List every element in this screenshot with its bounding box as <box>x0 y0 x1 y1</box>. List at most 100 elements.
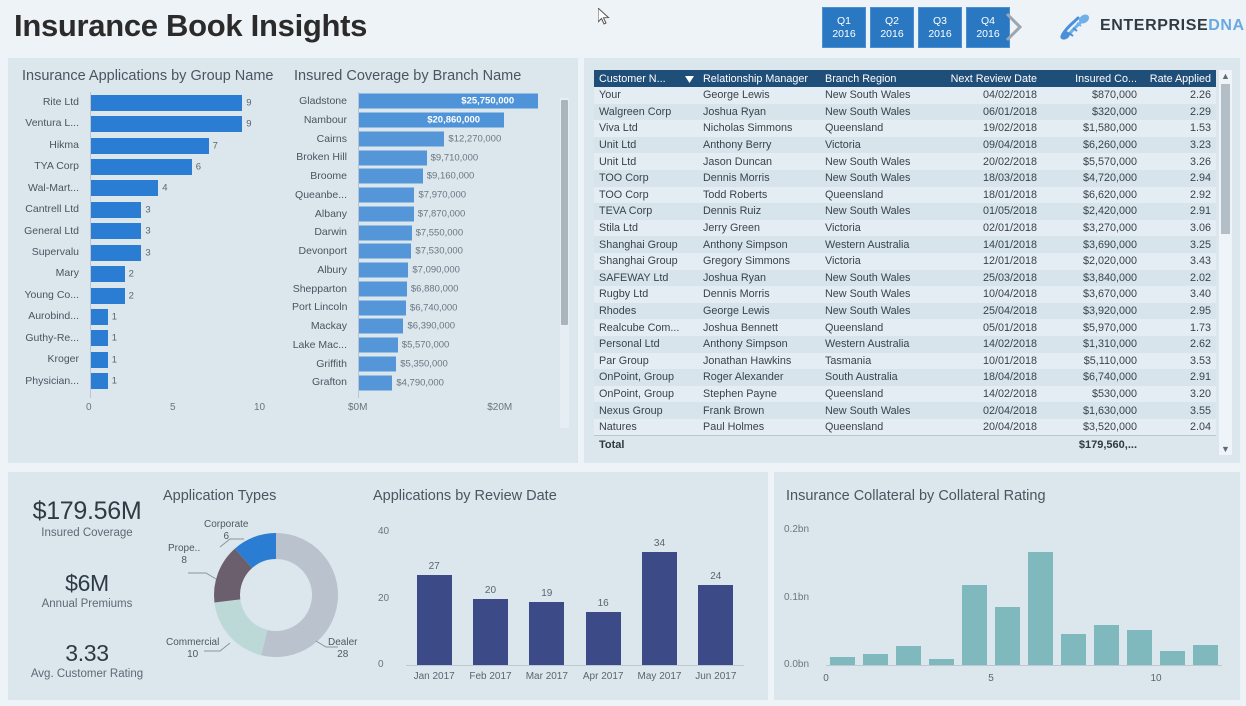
chevron-right-icon[interactable] <box>1002 10 1026 44</box>
bar-row[interactable]: Physician... 1 <box>16 371 284 392</box>
bar-fill[interactable] <box>91 137 209 154</box>
bar-row[interactable]: Supervalu 3 <box>16 242 284 263</box>
bar-row[interactable]: Nambour $20,860,000 <box>292 111 554 130</box>
bar-row[interactable]: Cairns $12,270,000 <box>292 130 554 149</box>
table-row[interactable]: Viva Ltd Nicholas Simmons Queensland 19/02/… <box>594 120 1216 137</box>
applications-by-review-date-chart[interactable]: 0 20 40 27 Jan 2017 20 Feb 2017 19 Mar 2017 16 Apr… <box>378 514 754 689</box>
scroll-down-icon[interactable]: ▼ <box>1219 443 1232 455</box>
column-bar[interactable] <box>1192 644 1219 665</box>
column-bar[interactable] <box>1027 551 1054 665</box>
table-scroll-thumb[interactable] <box>1221 84 1230 234</box>
table-row[interactable]: Rugby Ltd Dennis Morris New South Wales 10/… <box>594 286 1216 303</box>
bar-fill[interactable] <box>359 281 407 297</box>
bar-fill[interactable] <box>359 168 423 184</box>
bar-row[interactable]: Devonport $7,530,000 <box>292 242 554 261</box>
bar-fill[interactable] <box>359 318 404 334</box>
bar-fill[interactable] <box>359 243 412 259</box>
bar-fill[interactable] <box>91 180 159 197</box>
bar-row[interactable]: TYA Corp 6 <box>16 156 284 177</box>
table-row[interactable]: OnPoint, Group Stephen Payne Queensland 14/… <box>594 385 1216 403</box>
bar-row[interactable]: Lake Mac... $5,570,000 <box>292 336 554 355</box>
bar-row[interactable]: Grafton $4,790,000 <box>292 373 554 392</box>
bar-fill[interactable] <box>91 244 142 261</box>
column-bar[interactable] <box>473 598 508 665</box>
table-row[interactable]: TOO Corp Todd Roberts Queensland 18/01/2018… <box>594 186 1216 204</box>
bar-row[interactable]: Darwin $7,550,000 <box>292 223 554 242</box>
bar-fill[interactable] <box>359 187 415 203</box>
bar-row[interactable]: Albury $7,090,000 <box>292 261 554 280</box>
table-row[interactable]: OnPoint, Group Roger Alexander South Austr… <box>594 369 1216 386</box>
column-bar[interactable] <box>961 585 988 665</box>
bar-row[interactable]: Port Lincoln $6,740,000 <box>292 298 554 317</box>
table-header-customer[interactable]: Customer N... <box>594 73 698 85</box>
bar-fill[interactable] <box>91 373 108 390</box>
table-header-review-date[interactable]: Next Review Date <box>936 73 1042 85</box>
bar-row[interactable]: Young Co... 2 <box>16 285 284 306</box>
table-header-manager[interactable]: Relationship Manager <box>698 73 820 85</box>
bar-fill[interactable] <box>91 158 192 175</box>
donut-slice[interactable] <box>214 599 268 656</box>
bar-row[interactable]: Broome $9,160,000 <box>292 167 554 186</box>
bar-fill[interactable] <box>359 131 445 147</box>
column-bar[interactable] <box>416 575 452 665</box>
coverage-bar-chart[interactable]: Gladstone $25,750,000 Nambour $20,860,000 Ca… <box>292 92 554 432</box>
bar-fill[interactable] <box>91 351 108 368</box>
table-header-rate[interactable]: Rate Applied <box>1142 73 1216 85</box>
column-bar[interactable] <box>862 654 889 665</box>
table-row[interactable]: Nexus Group Frank Brown New South Wales 02/… <box>594 402 1216 419</box>
bar-row[interactable]: Mary 2 <box>16 263 284 284</box>
bar-fill[interactable] <box>359 337 398 353</box>
table-body[interactable]: Your George Lewis New South Wales 04/02/201… <box>594 87 1216 436</box>
bar-row[interactable]: Hikma 7 <box>16 135 284 156</box>
quarter-tile-q3[interactable]: Q3 2016 <box>918 7 962 48</box>
applications-bar-chart[interactable]: Rite Ltd 9 Ventura L... 9 Hikma 7 TYA Corp 6 Wal… <box>16 92 284 432</box>
bar-row[interactable]: Queanbe... $7,970,000 <box>292 186 554 205</box>
table-row[interactable]: TOO Corp Dennis Morris New South Wales 18/0… <box>594 169 1216 187</box>
bar-row[interactable]: Wal-Mart... 4 <box>16 178 284 199</box>
bar-fill[interactable] <box>359 300 406 316</box>
table-row[interactable]: TEVA Corp Dennis Ruiz New South Wales 01/05… <box>594 203 1216 220</box>
bar-fill[interactable] <box>91 308 108 325</box>
bar-row[interactable]: Rite Ltd 9 <box>16 92 284 113</box>
bar-fill[interactable] <box>359 150 427 166</box>
bar-fill[interactable] <box>359 375 393 391</box>
column-bar[interactable] <box>529 601 565 665</box>
bar-row[interactable]: Kroger 1 <box>16 349 284 370</box>
bar-row[interactable]: Shepparton $6,880,000 <box>292 280 554 299</box>
bar-row[interactable]: Cantrell Ltd 3 <box>16 199 284 220</box>
column-bar[interactable] <box>1093 625 1120 665</box>
table-row[interactable]: Unit Ltd Jason Duncan New South Wales 20/02… <box>594 153 1216 170</box>
table-row[interactable]: Personal Ltd Anthony Simpson Western Austr… <box>594 335 1216 353</box>
table-header-insured[interactable]: Insured Co... <box>1042 73 1142 85</box>
column-bar[interactable] <box>994 606 1021 665</box>
bar-row[interactable]: Gladstone $25,750,000 <box>292 92 554 111</box>
column-bar[interactable] <box>829 656 856 665</box>
application-types-donut-chart[interactable]: Dealer 28 Commercial 10 Prope.. 8 Corporate… <box>166 517 358 687</box>
bar-row[interactable]: Griffith $5,350,000 <box>292 355 554 374</box>
table-row[interactable]: Shanghai Group Anthony Simpson Western Aus… <box>594 236 1216 253</box>
table-header-row[interactable]: Customer N... Relationship Manager Branc… <box>594 70 1216 87</box>
bar-fill[interactable] <box>91 287 125 304</box>
bar-row[interactable]: Aurobind... 1 <box>16 306 284 327</box>
column-bar[interactable] <box>1159 650 1186 665</box>
table-row[interactable]: Unit Ltd Anthony Berry Victoria 09/04/2018 $… <box>594 136 1216 154</box>
table-row[interactable]: Rhodes George Lewis New South Wales 25/04/2… <box>594 302 1216 320</box>
collateral-by-rating-chart[interactable]: 0.0bn 0.1bn 0.2bn 0 5 10 <box>784 514 1230 689</box>
quarter-tile-q1[interactable]: Q1 2016 <box>822 7 866 48</box>
column-bar[interactable] <box>928 658 955 665</box>
bar-fill[interactable] <box>91 330 108 347</box>
bar-fill[interactable] <box>91 266 125 283</box>
bar-row[interactable]: Guthy-Re... 1 <box>16 328 284 349</box>
column-bar[interactable] <box>642 551 677 665</box>
bar-row[interactable]: General Ltd 3 <box>16 221 284 242</box>
quarter-slicer[interactable]: Q1 2016 Q2 2016 Q3 2016 Q4 2016 <box>822 7 1010 48</box>
table-row[interactable]: Walgreen Corp Joshua Ryan New South Wales 0… <box>594 103 1216 121</box>
scroll-up-icon[interactable]: ▲ <box>1219 70 1232 82</box>
bar-fill[interactable] <box>359 356 397 372</box>
bar-fill[interactable] <box>91 223 142 240</box>
bar-fill[interactable] <box>91 116 243 133</box>
table-row[interactable]: Realcube Com... Joshua Bennett Queensland 0… <box>594 319 1216 336</box>
table-scrollbar[interactable]: ▲ ▼ <box>1219 70 1232 455</box>
table-row[interactable]: Your George Lewis New South Wales 04/02/201… <box>594 87 1216 104</box>
column-bar[interactable] <box>895 646 922 665</box>
